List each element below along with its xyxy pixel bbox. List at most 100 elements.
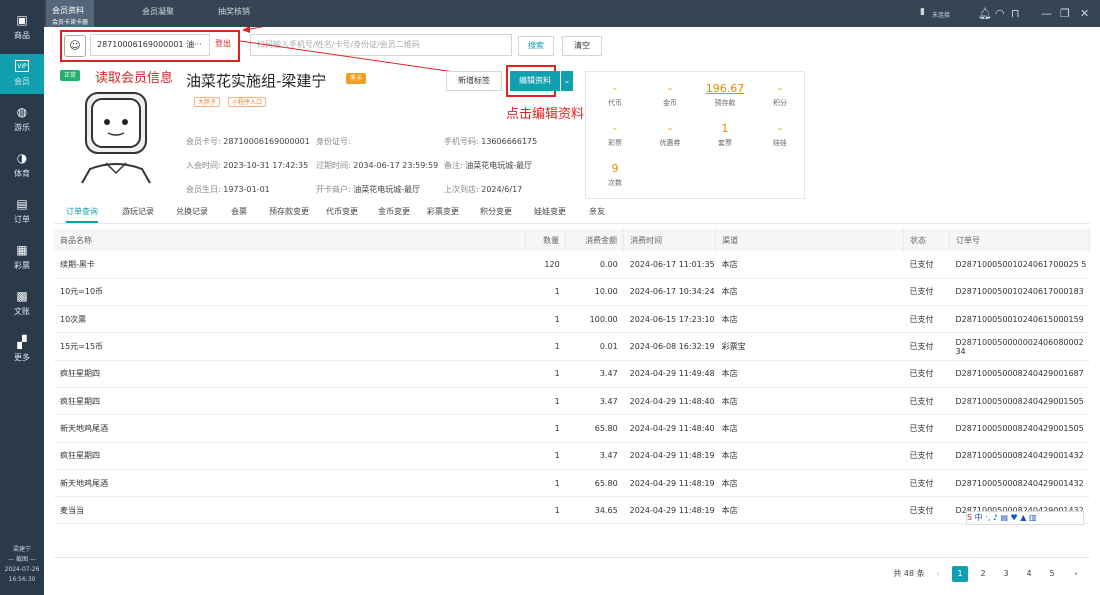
table-row[interactable]: 新天地鸡尾酒 1 65.80 2024-04-29 11:48:19 本店 已支付 D287… xyxy=(54,469,1090,498)
tab-lottery-verify[interactable]: 抽奖核销 xyxy=(218,0,250,27)
sidebar-item-accounts[interactable]: ▩ 文账 xyxy=(0,284,44,324)
tab-10[interactable]: 亲友 xyxy=(589,203,605,223)
table-cell: 已支付 xyxy=(903,360,950,388)
table-cell: 100.00 xyxy=(565,305,624,334)
table-row[interactable]: 疯狂星期四 1 3.47 2024-04-29 11:48:19 本店 已支付 D28710… xyxy=(54,442,1090,470)
table-cell: D28710005001024061700025 5 xyxy=(949,251,1090,279)
session-info: 梁建宁 — 截图 — 2024-07-26 16:56:30 xyxy=(0,545,44,585)
table-row[interactable]: 续期-黑卡 120 0.00 2024-06-17 11:01:35 本店 已支付 D287… xyxy=(54,251,1090,279)
tab-9[interactable]: 娃娃变更 xyxy=(534,203,566,223)
stat-value: - xyxy=(778,122,782,135)
session-date: 2024-07-26 xyxy=(4,566,40,573)
session-time: 16:56:30 xyxy=(8,576,36,583)
page-3-button[interactable]: 3 xyxy=(998,566,1014,582)
next-page-button[interactable]: › xyxy=(1068,566,1084,582)
tab-4[interactable]: 预存款变更 xyxy=(269,203,309,223)
table-cell: 本店 xyxy=(715,251,904,279)
table-cell: 1 xyxy=(525,414,566,443)
table-cell: 65.80 xyxy=(565,414,624,443)
table-cell: 1 xyxy=(525,278,566,307)
goods-icon: ▣ xyxy=(16,13,28,27)
birthday: 会员生日: 1973-01-01 xyxy=(186,185,270,194)
table-cell: 2024-04-29 11:48:19 xyxy=(623,469,716,498)
sidebar-item-more[interactable]: ▞ 更多 xyxy=(0,330,44,370)
tab-7[interactable]: 彩票变更 xyxy=(427,203,459,223)
top-bar: 会员资料 会员卡读卡器 会员凝聚 抽奖核销 ▮ 未连接 🔔︎ ◠ ⊓ — ❐ ✕ xyxy=(44,0,1100,27)
stat-label: 彩票 xyxy=(608,139,622,147)
join-time: 入会时间: 2023-10-31 17:42:35 xyxy=(186,161,309,170)
table-row[interactable]: 新天地鸡尾酒 1 65.80 2024-04-29 11:48:40 本店 已支付 D287… xyxy=(54,414,1090,443)
sidebar-item-label: 文账 xyxy=(14,307,30,316)
table-row[interactable]: 10元=10币 1 10.00 2024-06-17 10:34:24 本店 已支付 D28… xyxy=(54,278,1090,307)
tab-1[interactable]: 游玩记录 xyxy=(122,203,154,223)
ime-toolbar[interactable]: S 中 ·, ♪ ▤ ♥ ▲ ▥ xyxy=(966,511,1084,525)
tab-5[interactable]: 代币变更 xyxy=(326,203,358,223)
table-cell: 2024-06-17 10:34:24 xyxy=(623,278,716,307)
sidebar-item-orders[interactable]: ▤ 订单 xyxy=(0,192,44,232)
headset-icon[interactable]: ◠ xyxy=(995,7,1005,20)
edit-profile-button[interactable]: 编辑资料 xyxy=(510,71,560,91)
table-cell: 0.00 xyxy=(565,251,624,279)
table-cell: 麦当当 xyxy=(54,496,526,525)
member-icon: VIP xyxy=(15,60,29,72)
sidebar-item-label: 彩票 xyxy=(14,261,30,270)
session-divider: — 截图 — xyxy=(8,556,36,563)
card-no: 会员卡号: 28710006169000001 xyxy=(186,137,310,146)
table-cell: 1 xyxy=(525,305,566,334)
table-cell: 34.65 xyxy=(565,496,624,525)
lock-icon[interactable]: ⊓ xyxy=(1011,7,1020,20)
amusement-icon: ◍ xyxy=(16,105,28,119)
table-row[interactable]: 麦当当134.652024-04-29 11:48:19本店已支付D287100… xyxy=(54,496,1090,525)
stat-2[interactable]: 196.67 预存款 xyxy=(695,82,755,108)
page-5-button[interactable]: 5 xyxy=(1044,566,1060,582)
minimize-icon[interactable]: — xyxy=(1041,7,1052,20)
table-cell: D287100050010240617000183 xyxy=(949,278,1090,307)
table-cell: D287100050008240429001432 xyxy=(949,442,1090,470)
table-row[interactable]: 15元=15币 1 0.01 2024-06-08 16:32:19 彩票宝 已支付 D28… xyxy=(54,332,1090,361)
restore-icon[interactable]: ❐ xyxy=(1060,7,1070,20)
page-1-button[interactable]: 1 xyxy=(952,566,968,582)
tab-6[interactable]: 金币变更 xyxy=(378,203,410,223)
table-cell: 彩票宝 xyxy=(715,332,904,361)
table-row[interactable]: 10次票 1 100.00 2024-06-15 17:23:10 本店 已支付 D2871… xyxy=(54,305,1090,334)
stat-6: 1 套票 xyxy=(695,122,755,148)
stat-1: - 金币 xyxy=(640,82,700,108)
column-header: 状态 xyxy=(903,229,950,251)
add-tag-button[interactable]: 新增标签 xyxy=(446,71,502,91)
column-header: 商品名称 xyxy=(54,229,527,251)
close-icon[interactable]: ✕ xyxy=(1080,7,1089,20)
table-row[interactable]: 疯狂星期四 1 3.47 2024-04-29 11:49:48 本店 已支付 D28710… xyxy=(54,360,1090,388)
stat-4: - 彩票 xyxy=(585,122,645,148)
prev-page-button[interactable]: ‹ xyxy=(930,566,946,582)
table-cell: 3.47 xyxy=(565,360,624,388)
sidebar-item-amusement[interactable]: ◍ 游乐 xyxy=(0,100,44,140)
tab-label: 会员资料 xyxy=(52,6,84,15)
table-cell: 2024-04-29 11:49:48 xyxy=(623,360,716,388)
column-header: 渠道 xyxy=(715,229,904,251)
table-cell: 疯狂星期四 xyxy=(54,360,526,388)
table-cell: 1 xyxy=(525,387,566,416)
edit-dropdown-button[interactable]: ⌄ xyxy=(561,71,573,91)
table-cell: D287100050000002406080002 34 xyxy=(949,332,1090,361)
table-cell: 10次票 xyxy=(54,305,526,334)
page-2-button[interactable]: 2 xyxy=(975,566,991,582)
sidebar-item-lottery[interactable]: ▦ 彩票 xyxy=(0,238,44,278)
tab-0[interactable]: 订单查询 xyxy=(66,203,98,223)
table-cell: 本店 xyxy=(715,469,904,498)
table-cell: 已支付 xyxy=(903,496,950,525)
tab-2[interactable]: 兑换记录 xyxy=(176,203,208,223)
expire-time: 过期时间: 2034-06-17 23:59:59 xyxy=(316,161,439,170)
tab-member-info[interactable]: 会员资料 会员卡读卡器 xyxy=(46,0,95,27)
tab-3[interactable]: 会票 xyxy=(231,203,247,223)
connection-status: 未连接 xyxy=(932,12,951,19)
column-header: 消费时间 xyxy=(623,229,717,251)
bell-icon[interactable]: 🔔︎ xyxy=(978,7,992,20)
sidebar-item-goods[interactable]: ▣ 商品 xyxy=(0,8,44,48)
table-row[interactable]: 疯狂星期四 1 3.47 2024-04-29 11:48:40 本店 已支付 D28710… xyxy=(54,387,1090,416)
sidebar-item-sports[interactable]: ◑ 体育 xyxy=(0,146,44,186)
tab-member-gather[interactable]: 会员凝聚 xyxy=(142,0,174,27)
tab-8[interactable]: 积分变更 xyxy=(480,203,512,223)
stat-label: 代币 xyxy=(608,99,622,107)
page-4-button[interactable]: 4 xyxy=(1021,566,1037,582)
sidebar-item-member[interactable]: VIP 会员 xyxy=(0,54,44,94)
